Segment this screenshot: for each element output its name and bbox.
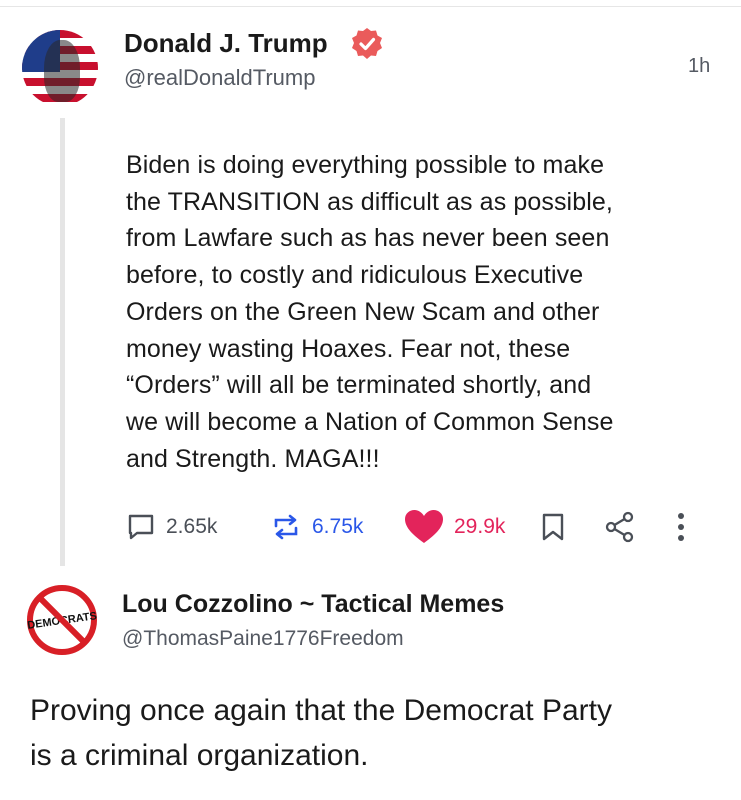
bookmark-button[interactable] <box>540 507 566 547</box>
bookmark-icon <box>542 513 564 541</box>
post-body-line: is a criminal organization. <box>30 739 369 772</box>
thread-line <box>60 118 65 566</box>
heart-icon <box>405 510 443 543</box>
post-body-line: before, to costly and ridiculous Executi… <box>126 261 584 290</box>
like-button[interactable]: 29.9k <box>404 507 505 547</box>
avatar-face <box>44 40 80 102</box>
avatar[interactable] <box>22 30 98 106</box>
retruth-icon <box>274 514 298 540</box>
avatar[interactable]: DEMOCRATS <box>26 584 98 656</box>
post-body-line: Proving once again that the Democrat Par… <box>30 694 612 727</box>
post-time[interactable]: 1h <box>688 55 710 78</box>
action-bar: 2.65k 6.75k 29.9k <box>126 507 706 547</box>
top-divider <box>0 6 741 7</box>
author-handle[interactable]: @ThomasPaine1776Freedom <box>122 627 404 651</box>
share-icon <box>605 511 634 543</box>
verified-badge-icon <box>352 28 382 59</box>
more-icon <box>678 513 684 541</box>
post-body-line: “Orders” will all be terminated shortly,… <box>126 371 592 400</box>
post-body-line: Orders on the Green New Scam and other <box>126 297 600 326</box>
post-body-line: and Strength. MAGA!!! <box>126 444 380 473</box>
share-button[interactable] <box>604 507 636 547</box>
reply-icon <box>128 514 154 540</box>
retruth-button[interactable]: 6.75k <box>270 507 363 547</box>
reply-count: 2.65k <box>166 515 218 538</box>
post-body-line: Biden is doing everything possible to ma… <box>126 151 605 179</box>
no-democrats-icon: DEMOCRATS <box>27 585 98 655</box>
post-body-line: money wasting Hoaxes. Fear not, these <box>126 334 571 363</box>
author-handle[interactable]: @realDonaldTrump <box>124 65 315 91</box>
post-body-line: we will become a Nation of Common Sense <box>126 407 614 436</box>
reply-button[interactable]: 2.65k <box>126 507 217 547</box>
post-body: Biden is doing everything possible to ma… <box>126 147 706 477</box>
author-name[interactable]: Lou Cozzolino ~ Tactical Memes <box>122 590 504 619</box>
post-body-line: the TRANSITION as difficult as as possib… <box>126 187 613 216</box>
like-count: 29.9k <box>454 515 506 538</box>
author-name[interactable]: Donald J. Trump <box>124 28 328 59</box>
post-body-line: from Lawfare such as has never been seen <box>126 224 610 253</box>
post-body: Proving once again that the Democrat Par… <box>30 688 720 778</box>
more-button[interactable] <box>676 507 686 547</box>
retruth-count: 6.75k <box>312 515 364 538</box>
